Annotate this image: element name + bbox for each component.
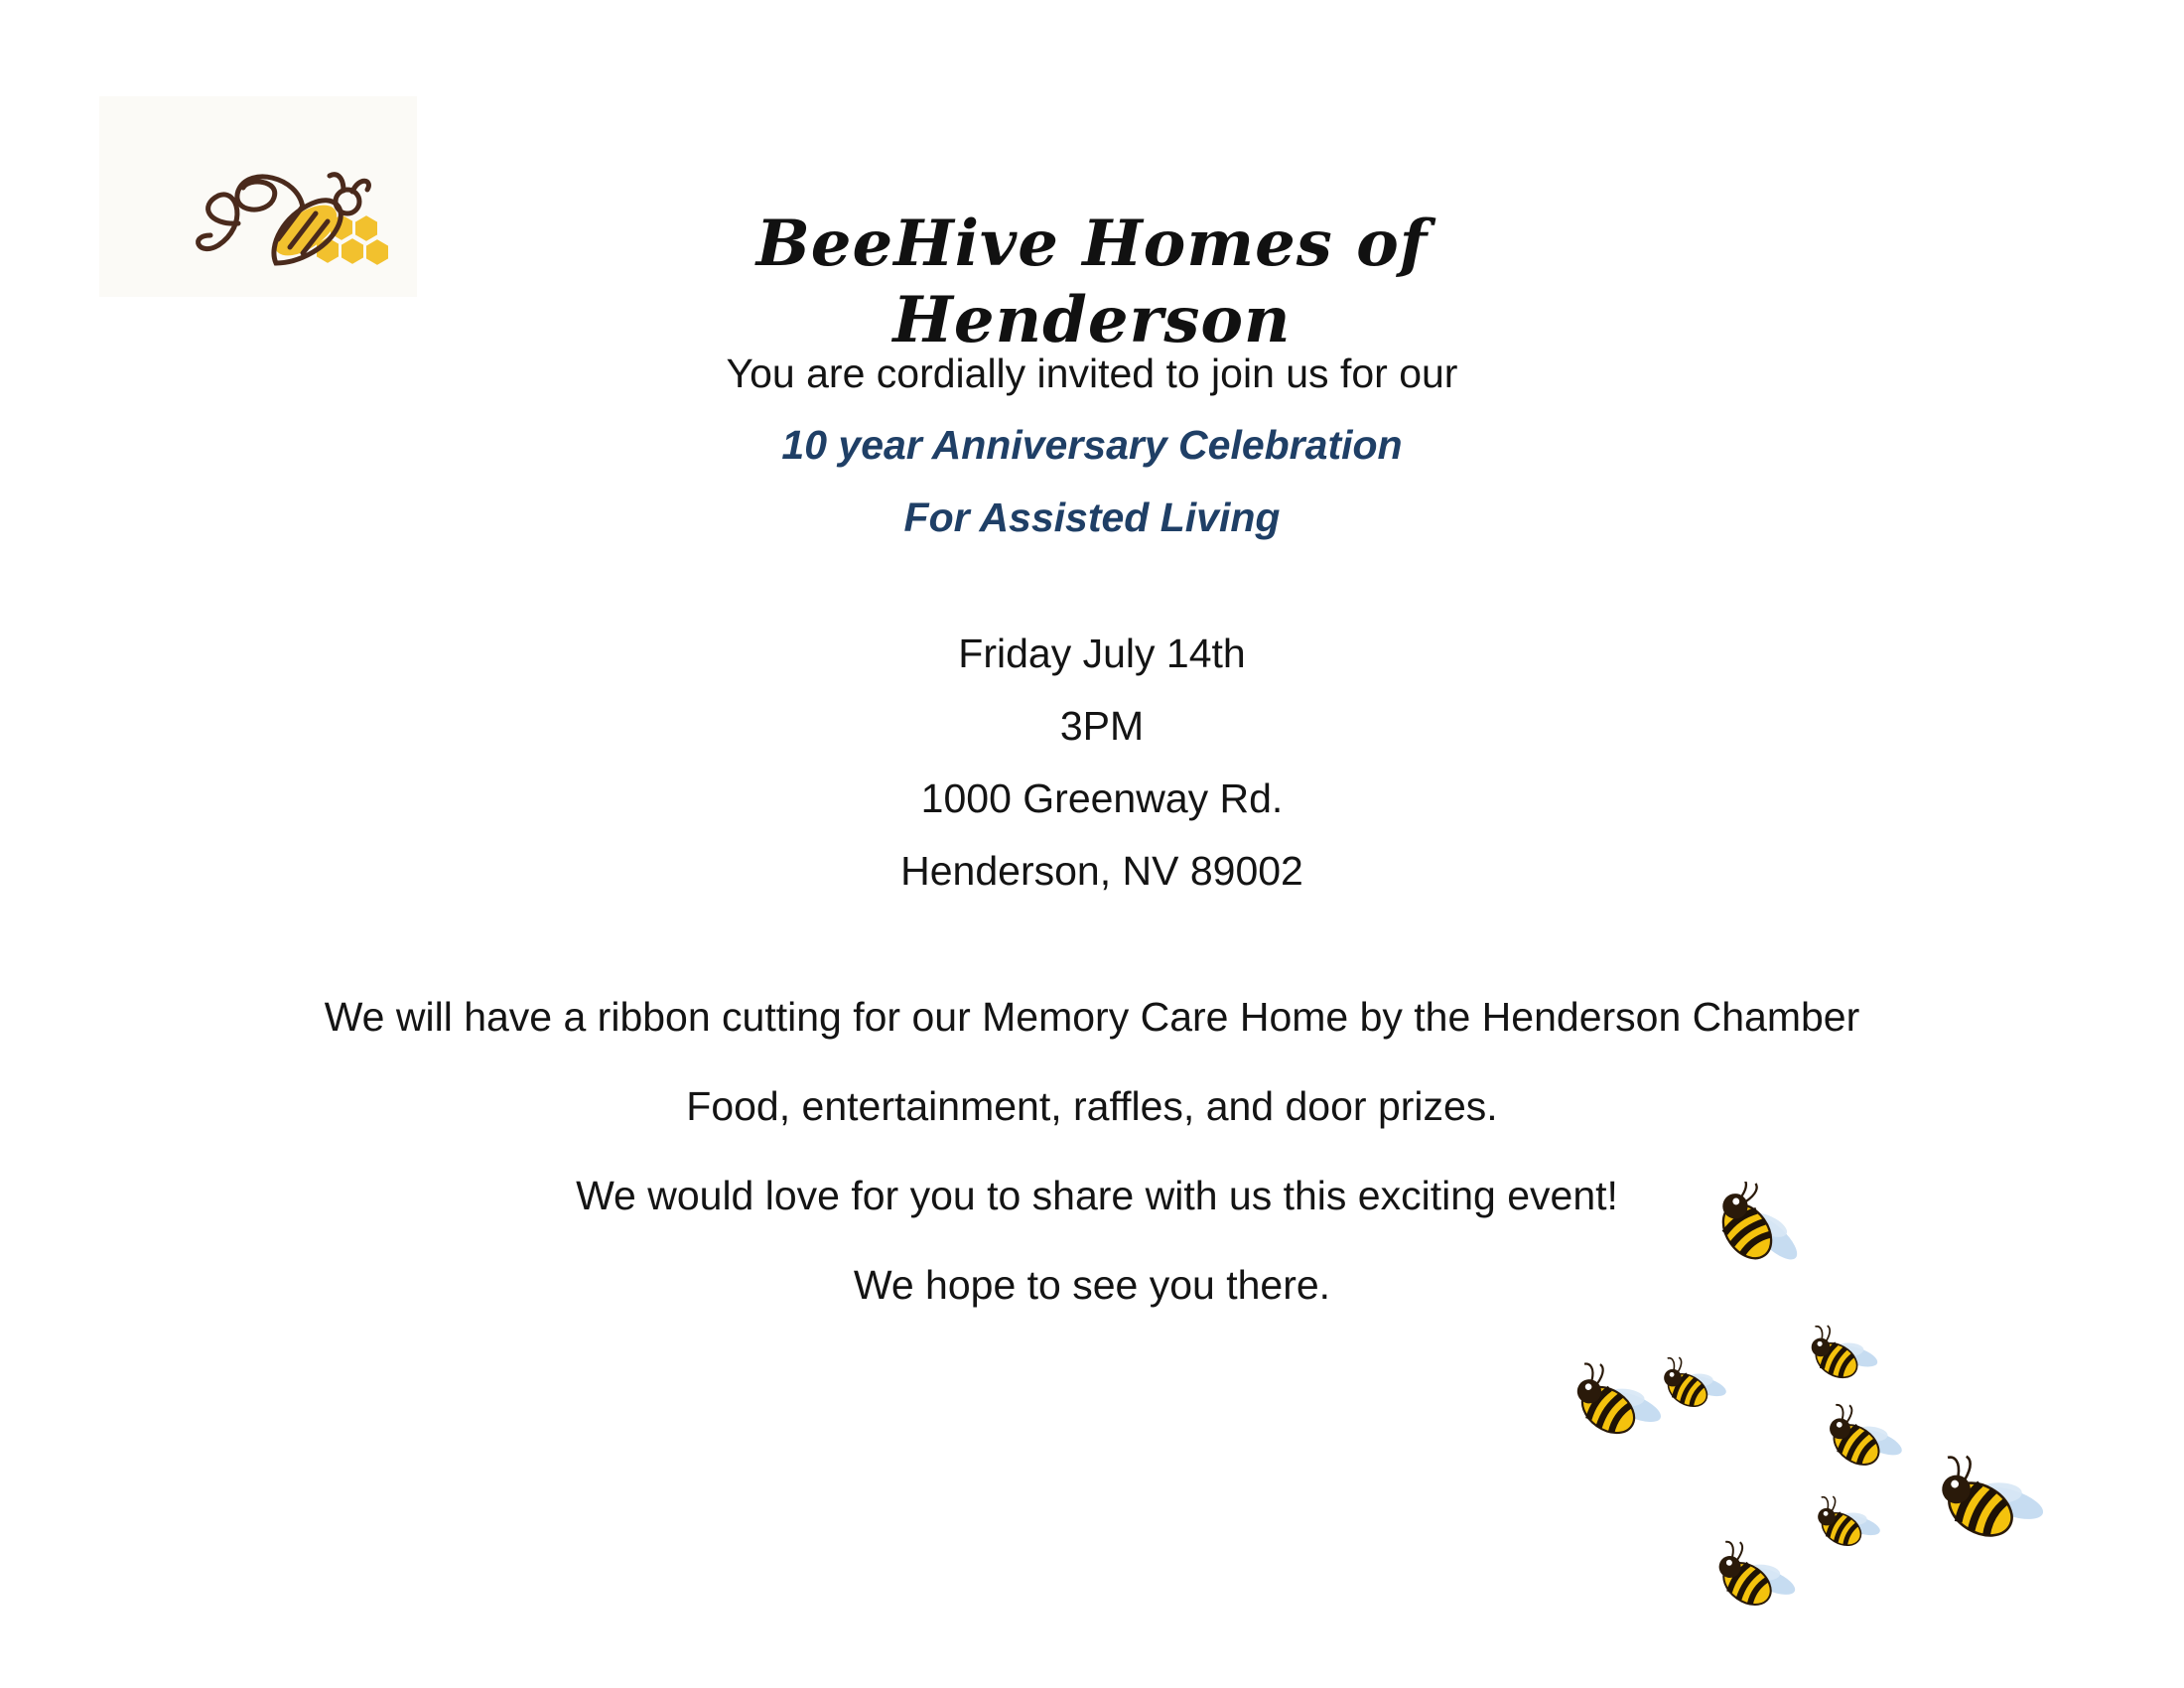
- bee-swarm: [1529, 1182, 2085, 1618]
- invitation-intro: You are cordially invited to join us for…: [726, 351, 1458, 396]
- address-line-1: 1000 Greenway Rd.: [920, 775, 1284, 821]
- activities-text: Food, entertainment, raffles, and door p…: [686, 1083, 1498, 1129]
- bee-swarm-icon: [1529, 1182, 2085, 1618]
- event-name: 10 year Anniversary Celebration: [781, 422, 1403, 468]
- event-date: Friday July 14th: [958, 631, 1246, 676]
- address-line-2: Henderson, NV 89002: [900, 848, 1303, 894]
- closing-text: We hope to see you there.: [853, 1262, 1331, 1308]
- invitation-page: BeeHive Homes of Henderson You are cordi…: [0, 0, 2184, 1688]
- event-time: 3PM: [1059, 703, 1145, 749]
- bee-logo-icon: [196, 172, 390, 268]
- page-title: BeeHive Homes of Henderson: [755, 207, 1429, 357]
- event-subtitle: For Assisted Living: [903, 494, 1281, 540]
- logo: [99, 96, 417, 297]
- ribbon-cutting-text: We will have a ribbon cutting for our Me…: [324, 994, 1860, 1040]
